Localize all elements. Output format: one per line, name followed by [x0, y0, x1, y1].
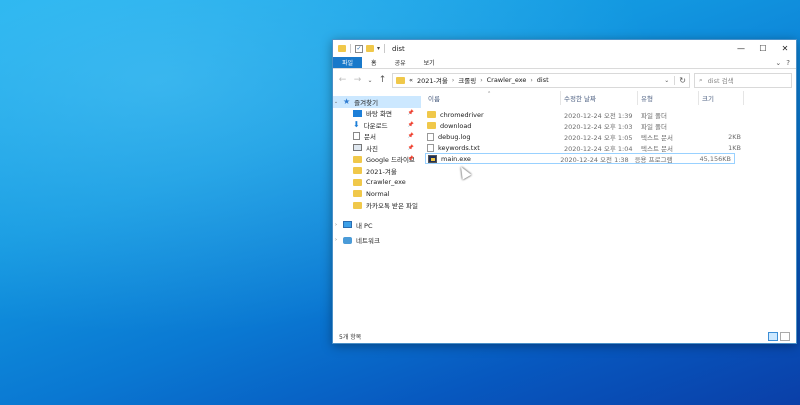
- close-button[interactable]: ✕: [774, 40, 796, 57]
- picture-icon: [353, 144, 362, 152]
- status-bar: 5개 항목: [333, 329, 796, 343]
- up-button[interactable]: ↑: [377, 75, 388, 85]
- text-file-icon: [427, 143, 434, 152]
- search-box[interactable]: ⌕ dist 검색: [694, 72, 792, 88]
- file-list: ⌃ 이름 수정한 날짜 유형 크기 chromedriver 2020-12-2…: [421, 91, 796, 329]
- download-icon: ⬇: [353, 120, 360, 130]
- nav-item-kakaotalk[interactable]: 카카오톡 받은 파일: [333, 200, 421, 212]
- breadcrumb-overflow[interactable]: «: [409, 76, 413, 84]
- nav-item-downloads[interactable]: ⬇ 다운로드 📌: [333, 119, 421, 131]
- text-file-icon: [427, 132, 434, 141]
- help-icon[interactable]: ?: [786, 59, 790, 67]
- pin-icon: 📌: [407, 121, 414, 128]
- nav-this-pc[interactable]: › 내 PC: [333, 219, 421, 231]
- chevron-down-icon[interactable]: ⌄: [664, 77, 669, 84]
- chevron-right-icon[interactable]: ›: [530, 77, 532, 84]
- sort-arrow-icon: ⌃: [487, 91, 492, 97]
- item-count: 5개 항목: [339, 333, 362, 341]
- pin-icon: 📌: [407, 110, 414, 117]
- recent-locations-button[interactable]: ⌄: [367, 77, 373, 84]
- nav-item-documents[interactable]: 문서 📌: [333, 131, 421, 143]
- column-name[interactable]: 이름: [425, 91, 561, 105]
- chevron-right-icon[interactable]: ›: [333, 222, 339, 228]
- customize-toolbar-icon[interactable]: ▾: [377, 45, 380, 52]
- folder-icon: [338, 45, 346, 52]
- ribbon-tabs: 파일 홈 공유 보기 ⌄ ?: [333, 57, 796, 69]
- file-explorer-window: ✓ ▾ dist — ☐ ✕ 파일 홈 공유 보기 ⌄ ? ← → ⌄ ↑ « …: [332, 39, 797, 344]
- nav-network[interactable]: › 네트워크: [333, 235, 421, 247]
- breadcrumb-2021[interactable]: 2021-겨울: [417, 75, 448, 85]
- folder-icon: [396, 76, 405, 84]
- breadcrumb-crawling[interactable]: 크롤링: [458, 75, 476, 85]
- computer-icon: [343, 221, 352, 229]
- chevron-right-icon[interactable]: ›: [333, 237, 339, 243]
- pin-icon: 📌: [407, 144, 414, 151]
- details-view-button[interactable]: [768, 331, 778, 341]
- large-icons-view-button[interactable]: [780, 331, 790, 341]
- column-type[interactable]: 유형: [638, 91, 699, 105]
- chevron-right-icon[interactable]: ›: [452, 77, 454, 84]
- expand-ribbon-icon[interactable]: ⌄: [775, 59, 781, 67]
- tab-share[interactable]: 공유: [386, 57, 415, 68]
- folder-icon: [353, 155, 362, 163]
- search-icon: ⌕: [699, 75, 703, 84]
- folder-icon: [353, 167, 362, 175]
- maximize-button[interactable]: ☐: [752, 40, 774, 57]
- nav-item-desktop[interactable]: 바탕 화면 📌: [333, 108, 421, 120]
- file-row[interactable]: download 2020-12-24 오후 1:03 파일 폴더: [425, 120, 796, 131]
- nav-item-pictures[interactable]: 사진 📌: [333, 142, 421, 154]
- tab-view[interactable]: 보기: [415, 57, 444, 68]
- breadcrumb-crawler-exe[interactable]: Crawler_exe: [487, 76, 527, 84]
- minimize-button[interactable]: —: [730, 40, 752, 57]
- chevron-right-icon[interactable]: ›: [480, 77, 482, 84]
- folder-icon: [353, 201, 362, 209]
- nav-item-google-drive[interactable]: Google 드라이브 📌: [333, 154, 421, 166]
- new-folder-icon[interactable]: [366, 45, 374, 52]
- refresh-icon[interactable]: ↻: [674, 75, 686, 85]
- quick-access-toolbar: ✓ ▾: [333, 44, 386, 53]
- properties-icon[interactable]: ✓: [355, 44, 363, 53]
- window-title: dist: [392, 44, 405, 53]
- folder-icon: [427, 111, 436, 118]
- star-icon: ★: [343, 97, 351, 107]
- desktop-icon: [353, 109, 362, 117]
- folder-icon: [353, 190, 362, 198]
- column-size[interactable]: 크기: [699, 91, 744, 105]
- exe-icon: [428, 154, 437, 163]
- back-button[interactable]: ←: [337, 75, 348, 85]
- nav-item-normal[interactable]: Normal: [333, 188, 421, 200]
- forward-button[interactable]: →: [352, 75, 363, 85]
- network-icon: [343, 236, 352, 244]
- file-row[interactable]: debug.log 2020-12-24 오후 1:05 텍스트 문서 2KB: [425, 131, 796, 142]
- tab-home[interactable]: 홈: [362, 57, 386, 68]
- column-date[interactable]: 수정한 날짜: [561, 91, 638, 105]
- tab-file[interactable]: 파일: [333, 57, 363, 68]
- folder-icon: [427, 122, 436, 129]
- breadcrumb-dist[interactable]: dist: [537, 76, 549, 84]
- nav-quick-access[interactable]: ⌄ ★ 즐겨찾기: [333, 96, 421, 108]
- folder-icon: [353, 178, 362, 186]
- pin-icon: 📌: [407, 133, 414, 140]
- navigation-bar: ← → ⌄ ↑ « 2021-겨울 › 크롤링 › Crawler_exe › …: [333, 69, 796, 91]
- search-input[interactable]: dist 검색: [708, 75, 734, 85]
- address-bar[interactable]: « 2021-겨울 › 크롤링 › Crawler_exe › dist ⌄ ↻: [392, 72, 690, 88]
- column-headers: 이름 수정한 날짜 유형 크기: [425, 91, 796, 105]
- file-row[interactable]: keywords.txt 2020-12-24 오후 1:04 텍스트 문서 1…: [425, 142, 796, 153]
- navigation-pane: ⌄ ★ 즐겨찾기 바탕 화면 📌 ⬇ 다운로드 📌 문서 📌 사진 📌 Goog…: [333, 91, 421, 329]
- nav-item-crawler-exe[interactable]: Crawler_exe: [333, 177, 421, 189]
- chevron-down-icon[interactable]: ⌄: [333, 99, 339, 105]
- nav-item-2021-winter[interactable]: 2021-겨울: [333, 165, 421, 177]
- title-bar: ✓ ▾ dist — ☐ ✕: [333, 40, 796, 57]
- pin-icon: 📌: [407, 156, 414, 163]
- document-icon: [353, 132, 360, 141]
- file-row-selected[interactable]: main.exe 2020-12-24 오전 1:38 응용 프로그램 45,1…: [425, 153, 735, 164]
- file-row[interactable]: chromedriver 2020-12-24 오전 1:39 파일 폴더: [425, 109, 796, 120]
